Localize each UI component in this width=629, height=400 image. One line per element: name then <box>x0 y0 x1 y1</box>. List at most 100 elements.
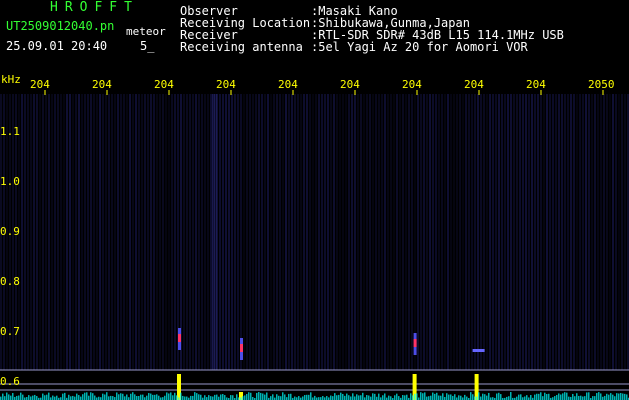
noise-column <box>117 94 119 370</box>
power-noise <box>304 395 306 400</box>
noise-column <box>282 94 284 370</box>
noise-column <box>51 94 53 370</box>
noise-column <box>453 94 455 370</box>
echo-trace <box>472 349 485 352</box>
freq-tick-label: 0.8 <box>0 275 20 288</box>
power-noise <box>126 394 128 400</box>
noise-column <box>345 94 347 370</box>
noise-band <box>212 94 214 370</box>
noise-column <box>195 94 197 370</box>
echo-core <box>240 344 243 352</box>
power-noise <box>404 395 406 400</box>
noise-column <box>324 94 326 370</box>
power-noise <box>496 393 498 400</box>
power-noise <box>432 392 434 400</box>
power-noise <box>266 392 268 400</box>
power-noise <box>346 393 348 400</box>
power-noise <box>370 396 372 400</box>
power-noise <box>476 396 478 400</box>
noise-column <box>399 94 401 370</box>
noise-column <box>426 94 428 370</box>
noise-column <box>141 94 143 370</box>
noise-column <box>555 94 557 370</box>
noise-column <box>432 94 434 370</box>
power-noise <box>606 393 608 400</box>
power-noise <box>308 394 310 400</box>
freq-tick-label: 0.9 <box>0 225 20 238</box>
time-axis: 204 204 204 204 204 204 204 204 204 2050 <box>0 78 629 92</box>
power-noise <box>516 396 518 400</box>
noise-column <box>258 94 260 370</box>
noise-column <box>462 94 464 370</box>
power-noise <box>186 396 188 400</box>
noise-column <box>219 94 221 370</box>
power-noise <box>30 396 32 400</box>
power-noise <box>600 393 602 400</box>
noise-column <box>288 94 290 370</box>
noise-column <box>72 94 74 370</box>
noise-column <box>534 94 536 370</box>
power-noise <box>158 395 160 400</box>
meteor-label: meteor <box>126 25 166 38</box>
noise-column <box>210 94 212 370</box>
power-noise <box>194 392 196 400</box>
noise-column <box>423 94 425 370</box>
power-noise <box>54 396 56 400</box>
noise-column <box>516 94 518 370</box>
power-noise <box>68 394 70 400</box>
noise-column <box>261 94 263 370</box>
power-noise <box>86 392 88 400</box>
antenna-label: Receiving antenna <box>180 40 303 54</box>
noise-column <box>564 94 566 370</box>
power-noise <box>536 393 538 400</box>
noise-column <box>465 94 467 370</box>
noise-column <box>372 94 374 370</box>
noise-column <box>228 94 230 370</box>
noise-column <box>300 94 302 370</box>
power-noise <box>382 395 384 400</box>
power-noise <box>310 392 312 400</box>
power-noise <box>354 396 356 400</box>
noise-column <box>120 94 122 370</box>
power-noise <box>290 393 292 400</box>
noise-column <box>387 94 389 370</box>
power-noise <box>348 395 350 400</box>
power-noise <box>604 395 606 400</box>
power-noise <box>586 392 588 400</box>
noise-column <box>348 94 350 370</box>
power-noise <box>42 393 44 400</box>
power-noise <box>450 394 452 400</box>
noise-column <box>357 94 359 370</box>
power-noise <box>366 395 368 400</box>
power-noise <box>546 394 548 400</box>
noise-column <box>495 94 497 370</box>
power-noise <box>518 394 520 400</box>
noise-column <box>69 94 71 370</box>
power-noise <box>352 393 354 400</box>
power-noise <box>164 395 166 400</box>
time-tick-label: 204 <box>464 78 484 91</box>
power-noise <box>306 394 308 400</box>
power-noise <box>574 396 576 400</box>
power-noise <box>344 395 346 400</box>
power-noise <box>70 396 72 400</box>
power-noise <box>10 395 12 400</box>
noise-column <box>603 94 605 370</box>
power-noise <box>62 393 64 400</box>
power-noise <box>460 395 462 400</box>
power-noise <box>80 396 82 400</box>
noise-column <box>552 94 554 370</box>
power-noise <box>280 396 282 400</box>
noise-column <box>375 94 377 370</box>
noise-column <box>147 94 149 370</box>
power-noise <box>578 395 580 400</box>
power-noise <box>332 396 334 400</box>
power-noise <box>56 395 58 400</box>
power-noise <box>520 394 522 400</box>
noise-column <box>96 94 98 370</box>
noise-column <box>189 94 191 370</box>
power-noise <box>182 395 184 400</box>
noise-column <box>609 94 611 370</box>
power-noise <box>448 394 450 400</box>
power-noise <box>48 392 50 400</box>
